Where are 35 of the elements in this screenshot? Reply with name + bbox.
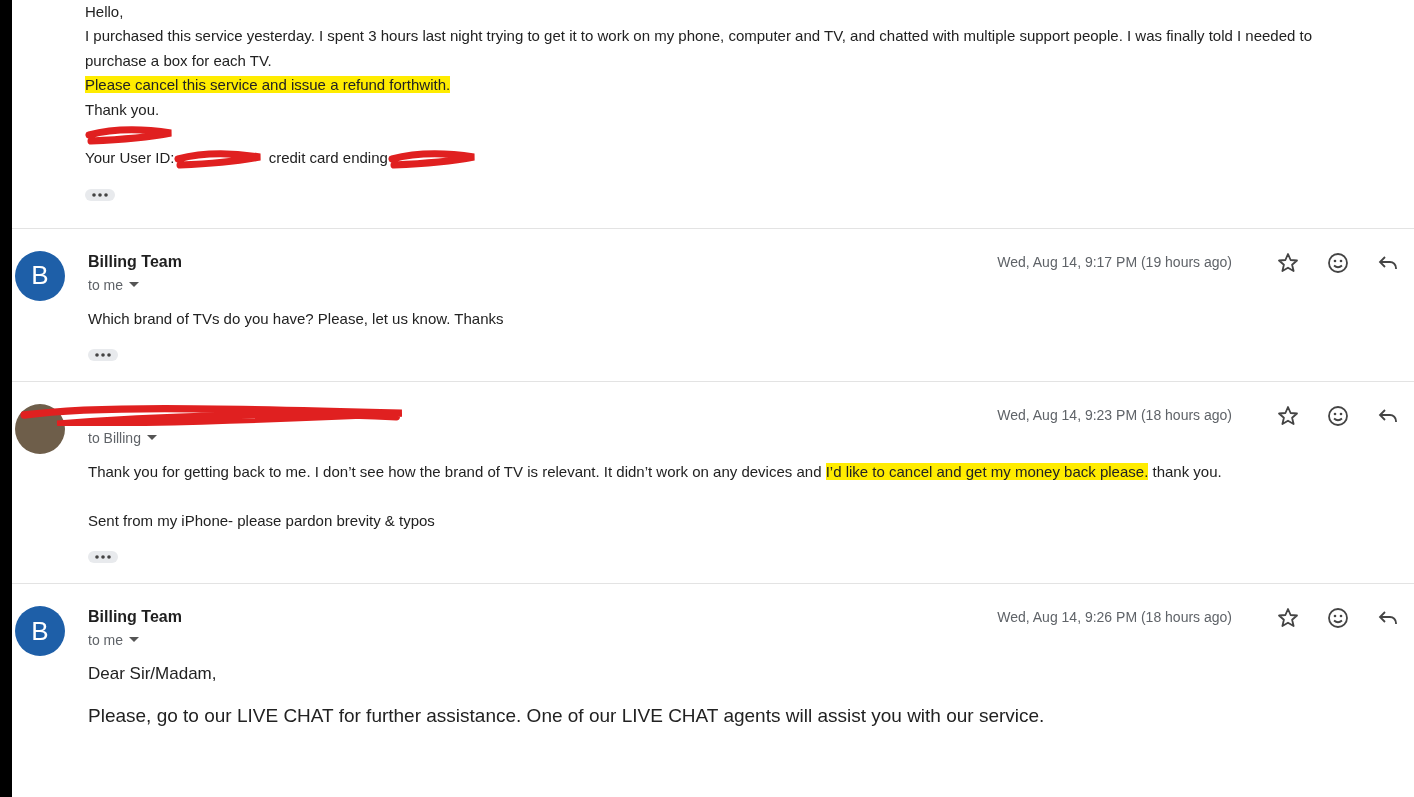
avatar: B (15, 250, 65, 301)
sender-name: Billing Team (88, 251, 182, 272)
ellipsis-icon (93, 352, 113, 359)
emoji-icon[interactable] (1326, 606, 1350, 631)
caret-icon (129, 637, 139, 644)
caret-icon (146, 435, 157, 442)
message-text: Sent from my iPhone- please pardon brevity & typos (88, 510, 436, 531)
avatar: B (15, 606, 65, 657)
recipient-dropdown[interactable]: to Billing (88, 430, 157, 447)
emoji-icon[interactable] (1326, 250, 1350, 275)
show-trimmed-content-button[interactable] (88, 551, 118, 564)
message-date: Wed, Aug 14, 9:23 PM (18 hours ago) (997, 406, 1232, 426)
message-text: Thank you. (85, 99, 161, 120)
message-text: purchase a box for each TV. (85, 50, 273, 71)
ellipsis-icon (90, 191, 110, 198)
message-text: Please cancel this service and issue a refund forthwith. (85, 75, 452, 96)
recipient-dropdown[interactable]: to me (88, 276, 139, 293)
emoji-icon[interactable] (1326, 404, 1350, 429)
message-text: Thank you for getting back to me. I don’t see how the brand of TV is relevant. It didn’t work on any devices and I’d like to cancel and get my money back please. thank you. (88, 462, 1223, 483)
sender-name: Billing Team (88, 607, 182, 628)
ellipsis-icon (93, 554, 113, 561)
message-date: Wed, Aug 14, 9:17 PM (19 hours ago) (997, 252, 1232, 272)
show-trimmed-content-button[interactable] (85, 188, 115, 201)
message-text: I purchased this service yesterday. I spent 3 hours last night trying to get it to work on my phone, computer and TV, and chatted with multiple support people. I was finally told I needed to (85, 26, 1314, 47)
message-text: Dear Sir/Madam, (88, 663, 218, 686)
message-text: Hello, (85, 2, 125, 22)
message-text: Your User ID: (85, 149, 175, 167)
message-text: credit card ending (267, 149, 388, 167)
message-text: Please, go to our LIVE CHAT for further assistance. One of our LIVE CHAT agents will assist you with our service. (88, 704, 1046, 729)
recipient-dropdown[interactable]: to me (88, 632, 139, 649)
message-date: Wed, Aug 14, 9:26 PM (18 hours ago) (997, 608, 1232, 628)
star-icon[interactable] (1276, 250, 1300, 275)
caret-icon (129, 281, 139, 288)
message-text: Which brand of TVs do you have? Please, let us know. Thanks (88, 308, 505, 329)
show-trimmed-content-button[interactable] (88, 349, 118, 362)
